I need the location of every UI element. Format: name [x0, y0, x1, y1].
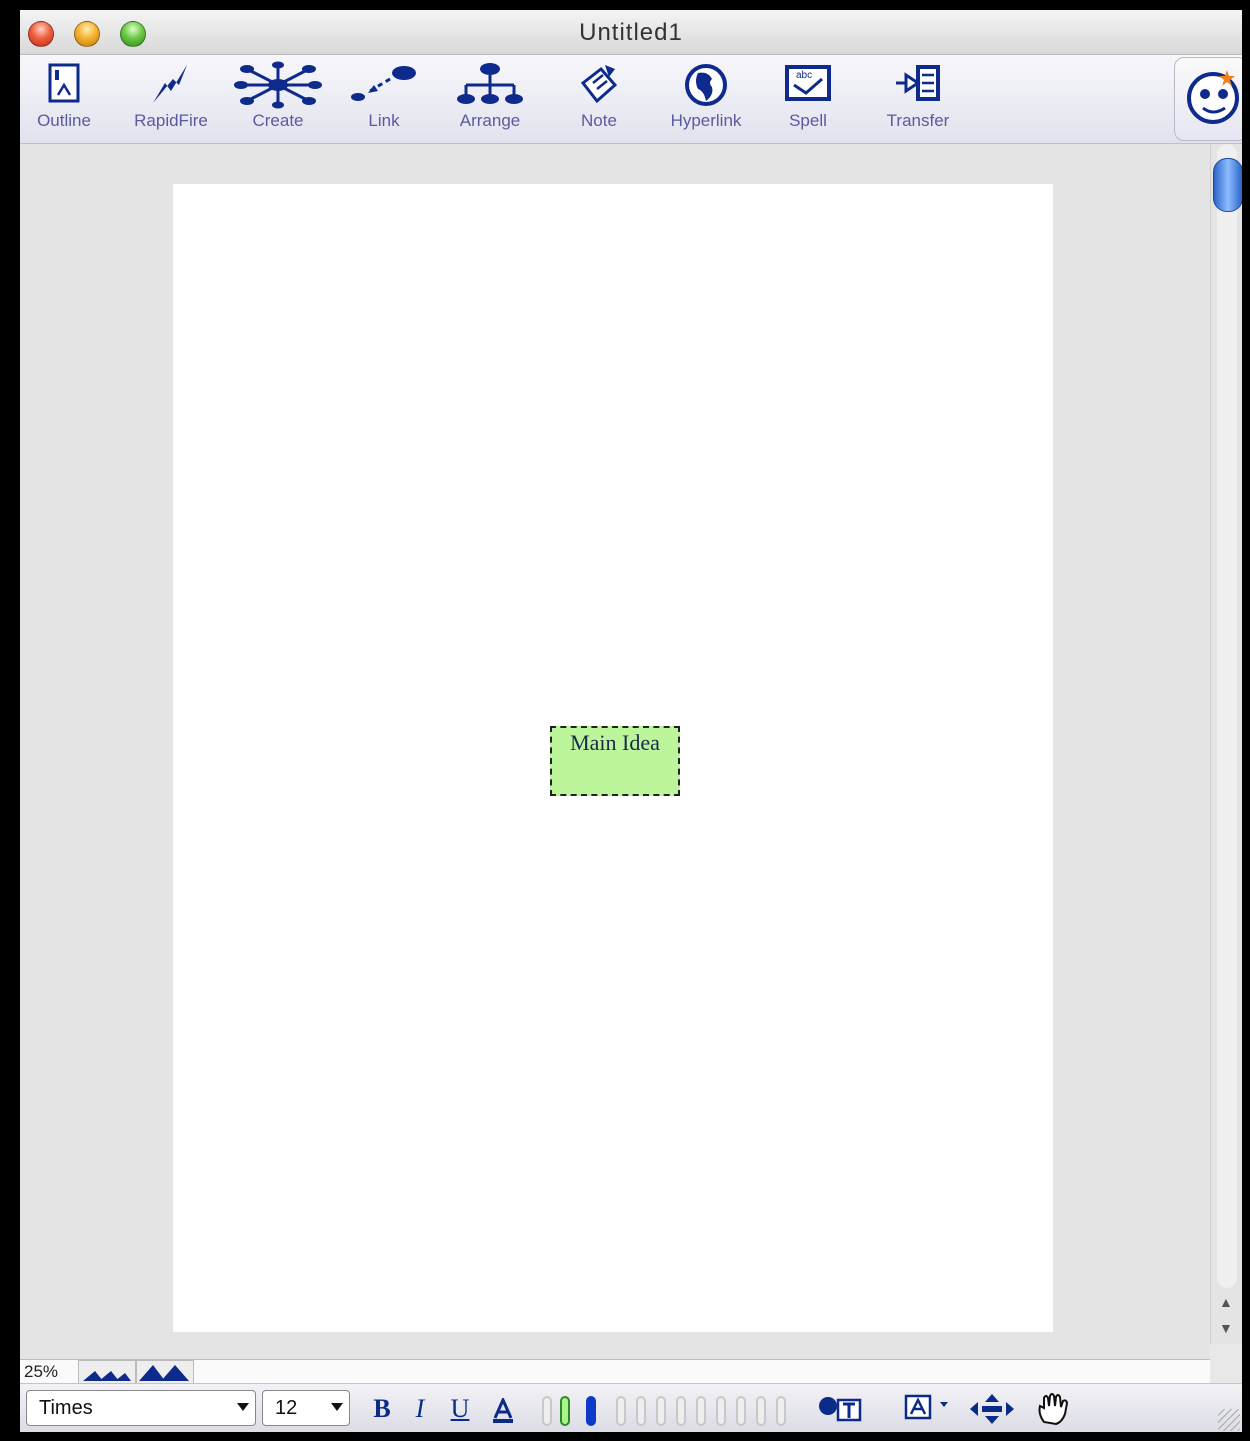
line-style-thin[interactable] — [542, 1396, 552, 1426]
text-box-icon — [904, 1394, 948, 1420]
scroll-track[interactable] — [1217, 144, 1237, 1288]
title-bar[interactable]: Untitled1 — [20, 10, 1242, 55]
link-button[interactable]: Link — [334, 61, 434, 137]
node-color-green[interactable] — [560, 1396, 570, 1426]
node-color-empty-1[interactable] — [616, 1396, 626, 1426]
scroll-down-arrow-icon[interactable]: ▼ — [1219, 1320, 1233, 1336]
spell-button[interactable]: abc Spell — [758, 61, 858, 137]
arrange-icon — [457, 63, 523, 104]
outline-button[interactable]: Outline — [20, 61, 114, 137]
main-idea-node[interactable]: Main Idea — [550, 726, 680, 796]
node-color-empty-4[interactable] — [676, 1396, 686, 1426]
node-color-empty-5[interactable] — [696, 1396, 706, 1426]
hyperlink-button[interactable]: Hyperlink — [656, 61, 756, 137]
font-size-select[interactable]: 12 — [262, 1390, 350, 1426]
diagram-page[interactable]: Main Idea — [173, 184, 1053, 1332]
font-name-select[interactable]: Times — [26, 1390, 256, 1426]
resize-grip-icon[interactable] — [1218, 1409, 1240, 1431]
note-icon — [580, 65, 618, 104]
node-color-empty-3[interactable] — [656, 1396, 666, 1426]
main-idea-label[interactable]: Main Idea — [552, 730, 678, 756]
text-color-icon — [493, 1396, 513, 1423]
font-size-value: 12 — [275, 1397, 298, 1419]
node-color-empty-6[interactable] — [716, 1396, 726, 1426]
create-button[interactable]: Create — [228, 61, 328, 137]
link-icon — [351, 66, 416, 101]
spell-icon: abc — [785, 65, 831, 101]
zoom-out-icon — [83, 1371, 131, 1381]
arrange-button[interactable]: Arrange — [440, 61, 540, 137]
node-color-empty-7[interactable] — [736, 1396, 746, 1426]
hand-icon — [1038, 1393, 1069, 1426]
format-toolbar: Times 12 B I U — [20, 1383, 1242, 1432]
underline-button[interactable]: U — [448, 1394, 472, 1424]
node-color-empty-2[interactable] — [636, 1396, 646, 1426]
rapidfire-button[interactable]: RapidFire — [121, 61, 221, 137]
vertical-scrollbar[interactable]: ▲ ▼ — [1210, 144, 1242, 1344]
zoom-out-button[interactable] — [78, 1360, 136, 1384]
node-color-blue[interactable] — [586, 1396, 596, 1426]
node-color-empty-8[interactable] — [756, 1396, 766, 1426]
window-title: Untitled1 — [579, 19, 683, 46]
chevron-down-icon — [331, 1403, 343, 1411]
bold-button[interactable]: B — [370, 1394, 394, 1424]
zoom-bar: 25% — [20, 1359, 1210, 1384]
text-color-button[interactable] — [490, 1396, 516, 1429]
rapidfire-icon — [153, 65, 187, 103]
move-arrows-icon — [970, 1394, 1014, 1424]
mascot-badge[interactable] — [1174, 57, 1242, 141]
outline-icon — [48, 63, 80, 103]
transfer-button[interactable]: Transfer — [868, 61, 968, 137]
node-color-empty-9[interactable] — [776, 1396, 786, 1426]
toolbar: Outline RapidFire Create Link Arrange No… — [20, 55, 1242, 144]
zoom-in-button[interactable] — [136, 1360, 194, 1384]
hyperlink-icon — [685, 64, 727, 106]
app-window: Untitled1 Outline RapidFire Create Link … — [20, 10, 1242, 1432]
svg-text:abc: abc — [796, 70, 812, 81]
font-name-value: Times — [39, 1397, 93, 1419]
chevron-down-icon — [237, 1403, 249, 1411]
text-box-button[interactable] — [904, 1392, 958, 1427]
scroll-thumb[interactable] — [1213, 158, 1242, 212]
zoom-in-icon — [139, 1365, 189, 1381]
scroll-up-arrow-icon[interactable]: ▲ — [1219, 1294, 1233, 1310]
zoom-level: 25% — [24, 1362, 59, 1381]
hand-tool-button[interactable] — [1034, 1392, 1074, 1431]
kidspiration-mascot-icon — [1187, 70, 1239, 124]
diagram-canvas[interactable]: Main Idea — [20, 144, 1210, 1359]
create-icon — [234, 61, 322, 109]
symbol-text-button[interactable] — [818, 1392, 864, 1427]
italic-button[interactable]: I — [408, 1394, 432, 1424]
move-button[interactable] — [968, 1392, 1016, 1431]
note-button[interactable]: Note — [549, 61, 649, 137]
symbol-text-icon — [819, 1397, 862, 1422]
transfer-icon — [896, 65, 940, 101]
